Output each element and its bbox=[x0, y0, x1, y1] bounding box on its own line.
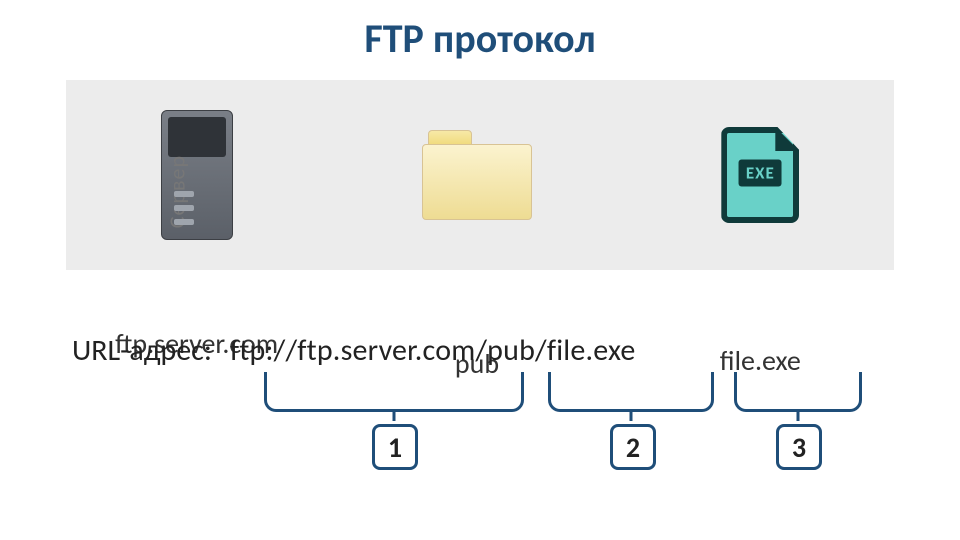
segment-number-1: 1 bbox=[372, 424, 418, 470]
exe-badge: EXE bbox=[739, 160, 782, 187]
brace-2 bbox=[548, 372, 714, 412]
brace-1 bbox=[264, 372, 524, 412]
icon-panel: Сервер ftp.server.com pub EXE file.exe bbox=[66, 80, 894, 270]
server-tower-icon: Сервер bbox=[161, 110, 233, 240]
url-segment-braces: 1 2 3 bbox=[260, 372, 900, 472]
segment-number-2: 2 bbox=[610, 424, 656, 470]
exe-file-icon: EXE bbox=[721, 127, 799, 223]
file-block: EXE file.exe bbox=[721, 127, 799, 223]
folder-block: pub bbox=[422, 130, 532, 220]
url-label: URL-адрес: bbox=[72, 332, 212, 369]
url-row: URL-адрес: ftp://ftp.server.com/pub/file… bbox=[72, 332, 635, 369]
server-rotated-label: Сервер bbox=[163, 155, 190, 228]
segment-number-3: 3 bbox=[776, 424, 822, 470]
server-block: Сервер ftp.server.com bbox=[161, 110, 233, 240]
url-value: ftp://ftp.server.com/pub/file.exe bbox=[230, 332, 636, 369]
folder-icon bbox=[422, 130, 532, 220]
page-title: FTP протокол bbox=[0, 0, 960, 63]
brace-3 bbox=[734, 372, 862, 412]
